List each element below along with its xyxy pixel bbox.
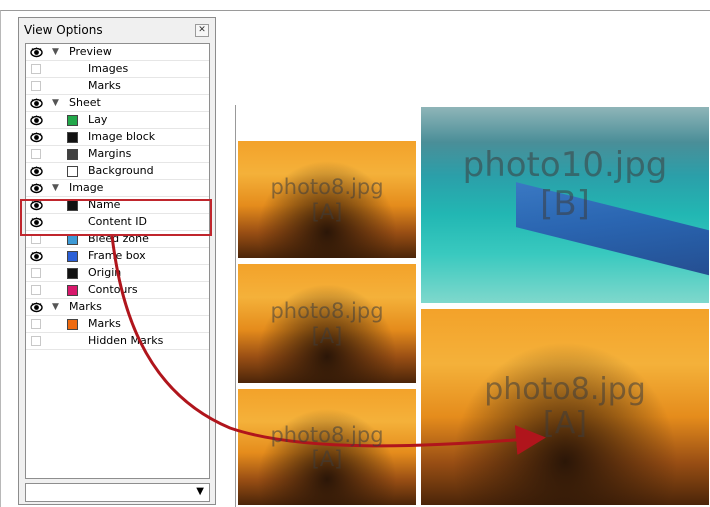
photo-label: photo8.jpg [A] (270, 175, 383, 223)
category-label: Image (69, 181, 104, 194)
photo-frame[interactable]: photo8.jpg [A] (236, 387, 418, 507)
visibility-toggle[interactable] (31, 319, 41, 329)
color-swatch[interactable] (67, 268, 78, 279)
option-row[interactable]: Name (26, 197, 209, 214)
expand-triangle-icon[interactable]: ▼ (52, 98, 59, 108)
photo-content-id: [A] (311, 199, 343, 224)
expand-triangle-icon[interactable]: ▼ (52, 302, 59, 312)
option-label: Margins (88, 147, 132, 160)
option-label: Hidden Marks (88, 334, 164, 347)
visibility-toggle[interactable] (31, 64, 41, 74)
eye-icon[interactable] (29, 215, 43, 229)
chevron-down-icon: ▼ (196, 486, 204, 497)
option-label: Frame box (88, 249, 146, 262)
visibility-toggle[interactable] (31, 234, 41, 244)
option-label: Background (88, 164, 154, 177)
option-row[interactable]: Lay (26, 112, 209, 129)
color-swatch[interactable] (67, 166, 78, 177)
photo-name: photo10.jpg (462, 144, 668, 185)
category-row[interactable]: ▼ Image (26, 180, 209, 197)
view-options-panel: View Options ✕ ▼ Preview Images Marks ▼ Sheet… (18, 17, 216, 505)
option-row[interactable]: Marks (26, 316, 209, 333)
option-label: Marks (88, 79, 121, 92)
option-row[interactable]: Background (26, 163, 209, 180)
visibility-toggle[interactable] (31, 336, 41, 346)
option-row[interactable]: Margins (26, 146, 209, 163)
eye-icon[interactable] (29, 198, 43, 212)
photo-label: photo8.jpg [A] (484, 371, 646, 442)
photo-frame[interactable]: photo8.jpg [A] (236, 262, 418, 385)
panel-title: View Options (24, 23, 103, 37)
eye-icon[interactable] (29, 96, 43, 110)
color-swatch[interactable] (67, 285, 78, 296)
color-swatch[interactable] (67, 115, 78, 126)
option-label: Content ID (88, 215, 147, 228)
preview-canvas[interactable]: photo8.jpg [A] photo10.jpg [B] photo8.jp… (235, 105, 710, 507)
eye-icon[interactable] (29, 249, 43, 263)
category-label: Marks (69, 300, 102, 313)
photo-content-id: [A] (311, 323, 343, 348)
photo-frame[interactable]: photo8.jpg [A] (419, 307, 710, 507)
eye-icon[interactable] (29, 113, 43, 127)
photo-content-id: [A] (543, 406, 587, 441)
photo-name: photo8.jpg (270, 422, 384, 447)
visibility-toggle[interactable] (31, 81, 41, 91)
option-label: Origin (88, 266, 122, 279)
color-swatch[interactable] (67, 251, 78, 262)
color-swatch[interactable] (67, 149, 78, 160)
eye-icon[interactable] (29, 130, 43, 144)
expand-triangle-icon[interactable]: ▼ (52, 47, 59, 57)
option-row[interactable]: Image block (26, 129, 209, 146)
expand-triangle-icon[interactable]: ▼ (52, 183, 59, 193)
option-label: Contours (88, 283, 138, 296)
photo-name: photo8.jpg (484, 371, 646, 407)
view-options-list: ▼ Preview Images Marks ▼ Sheet Lay Image block M… (25, 43, 210, 479)
option-row[interactable]: Origin (26, 265, 209, 282)
option-row[interactable]: Hidden Marks (26, 333, 209, 350)
option-label: Name (88, 198, 121, 211)
option-row[interactable]: Contours (26, 282, 209, 299)
options-dropdown[interactable]: ▼ (25, 483, 210, 502)
visibility-toggle[interactable] (31, 149, 41, 159)
eye-icon[interactable] (29, 300, 43, 314)
category-row[interactable]: ▼ Marks (26, 299, 209, 316)
category-label: Preview (69, 45, 112, 58)
option-row[interactable]: Marks (26, 78, 209, 95)
option-row[interactable]: Images (26, 61, 209, 78)
photo-frame[interactable]: photo10.jpg [B] (419, 105, 710, 305)
eye-icon[interactable] (29, 164, 43, 178)
category-row[interactable]: ▼ Preview (26, 44, 209, 61)
photo-label: photo10.jpg [B] (462, 144, 668, 224)
option-label: Marks (88, 317, 121, 330)
eye-icon[interactable] (29, 45, 43, 59)
photo-label: photo8.jpg [A] (270, 423, 383, 471)
photo-name: photo8.jpg (270, 299, 384, 324)
close-x-icon[interactable]: ✕ (195, 24, 209, 37)
photo-label: photo8.jpg [A] (270, 299, 383, 347)
color-swatch[interactable] (67, 132, 78, 143)
option-label: Image block (88, 130, 156, 143)
option-label: Lay (88, 113, 108, 126)
option-row[interactable]: Bleed zone (26, 231, 209, 248)
visibility-toggle[interactable] (31, 285, 41, 295)
category-label: Sheet (69, 96, 101, 109)
color-swatch[interactable] (67, 200, 78, 211)
category-row[interactable]: ▼ Sheet (26, 95, 209, 112)
eye-icon[interactable] (29, 181, 43, 195)
color-swatch[interactable] (67, 234, 78, 245)
option-row[interactable]: Frame box (26, 248, 209, 265)
option-label: Images (88, 62, 129, 75)
photo-content-id: [B] (540, 184, 590, 224)
photo-name: photo8.jpg (270, 175, 384, 200)
photo-frame[interactable]: photo8.jpg [A] (236, 139, 418, 260)
color-swatch[interactable] (67, 319, 78, 330)
visibility-toggle[interactable] (31, 268, 41, 278)
option-row[interactable]: Content ID (26, 214, 209, 231)
option-label: Bleed zone (88, 232, 149, 245)
photo-content-id: [A] (311, 447, 343, 471)
